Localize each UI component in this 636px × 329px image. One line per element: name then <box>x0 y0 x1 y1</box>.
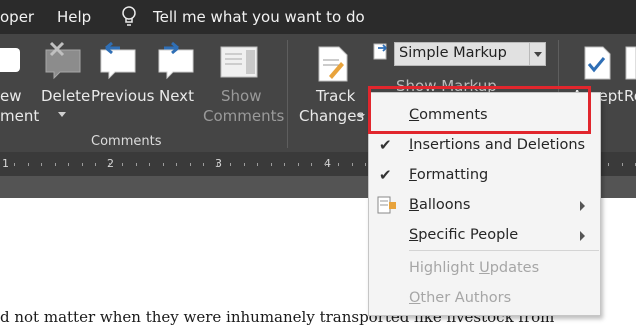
menu-item-other-authors[interactable]: Other Authors <box>369 284 600 314</box>
menu-item-label: Other Authors <box>409 290 512 306</box>
menu-item-label: Specific People <box>409 227 519 243</box>
submenu-arrow-icon <box>580 231 585 241</box>
chevron-down-icon <box>358 114 365 118</box>
balloons-icon <box>377 196 396 214</box>
access-key-underline: B <box>409 197 419 213</box>
access-key-underline: U <box>479 260 490 276</box>
new-comment-label-1: ew <box>0 87 22 105</box>
access-key-underline: S <box>409 227 419 243</box>
menu-item-label: Formatting <box>409 167 489 183</box>
menu-item-balloons[interactable]: Balloons <box>369 191 600 221</box>
ruler-tick <box>28 163 29 166</box>
highlight-annotation-box <box>368 86 591 134</box>
ruler-tick <box>622 163 623 166</box>
menu-bar: oper Help Tell me what you want to do <box>0 0 636 34</box>
combo-divider <box>529 43 530 65</box>
lightbulb-icon <box>122 6 136 26</box>
ruler-tick <box>203 163 204 166</box>
chevron-down-icon[interactable] <box>534 52 542 57</box>
ruler-tick <box>608 163 609 166</box>
show-comments-label-1[interactable]: Show <box>221 86 261 106</box>
reject-icon[interactable] <box>624 46 636 80</box>
access-key-underline: O <box>409 290 421 306</box>
ruler-tick <box>325 163 326 166</box>
ruler-tick <box>122 163 123 166</box>
new-comment-label-2: ment <box>0 107 40 125</box>
chevron-down-icon <box>58 112 66 117</box>
ruler-tick <box>109 163 110 166</box>
checkmark-icon: ✔ <box>379 136 392 154</box>
menu-item-insertions-deletions[interactable]: ✔ Insertions and Deletions <box>369 131 600 161</box>
ruler-tick <box>190 163 191 166</box>
ruler-tick <box>338 163 339 166</box>
menu-item-specific-people[interactable]: Specific People <box>369 221 600 251</box>
track-changes-label-1[interactable]: Track <box>316 86 355 106</box>
menu-item-label: Highlight Updates <box>409 260 540 276</box>
menu-separator <box>409 250 599 251</box>
next-comment-icon[interactable] <box>156 40 196 80</box>
accept-icon[interactable] <box>583 46 611 80</box>
ruler-tick <box>68 163 69 166</box>
menu-item-label: Balloons <box>409 197 471 213</box>
checkmark-icon: ✔ <box>379 166 392 184</box>
ruler-tick <box>82 163 83 166</box>
access-key-underline: F <box>409 167 417 183</box>
ruler-tick <box>244 163 245 166</box>
track-changes-label-2[interactable]: Changes <box>299 106 364 126</box>
reject-button[interactable]: Re <box>624 86 636 106</box>
ruler-tick <box>284 163 285 166</box>
tell-me-search[interactable]: Tell me what you want to do <box>153 8 365 26</box>
ruler-tick <box>257 163 258 166</box>
ruler-number: 1 <box>2 157 9 170</box>
menu-item-label: Insertions and Deletions <box>409 137 586 153</box>
show-comments-icon[interactable] <box>220 46 258 78</box>
previous-comment-icon[interactable] <box>98 40 138 80</box>
ruler-tick <box>217 163 218 166</box>
menu-item-formatting[interactable]: ✔ Formatting <box>369 161 600 191</box>
ruler-tick <box>176 163 177 166</box>
group-label-comments: Comments <box>91 134 162 149</box>
ruler-tick <box>149 163 150 166</box>
menu-item-highlight-updates[interactable]: Highlight Updates <box>369 254 600 284</box>
menu-help[interactable]: Help <box>57 8 91 26</box>
ruler-tick <box>163 163 164 166</box>
next-button[interactable]: Next <box>159 86 194 106</box>
previous-button[interactable]: Previous <box>91 86 154 106</box>
ruler-tick <box>271 163 272 166</box>
ruler-tick <box>352 163 353 166</box>
display-for-review-icon <box>373 43 387 60</box>
ruler-tick <box>230 163 231 166</box>
access-key-underline: I <box>409 137 414 153</box>
ruler-tick <box>365 163 366 166</box>
ruler-tick <box>95 163 96 166</box>
show-comments-label-2[interactable]: Comments <box>203 106 284 126</box>
submenu-arrow-icon <box>580 201 585 211</box>
track-changes-icon[interactable] <box>317 46 349 82</box>
menu-developer[interactable]: oper <box>0 8 34 26</box>
markup-mode-select[interactable]: Simple Markup <box>394 42 546 66</box>
new-comment-icon[interactable] <box>0 48 20 72</box>
ruler-tick <box>136 163 137 166</box>
ruler-tick <box>311 163 312 166</box>
markup-mode-value: Simple Markup <box>399 45 507 61</box>
ruler-tick <box>41 163 42 166</box>
ruler-tick <box>14 163 15 166</box>
ruler-tick <box>55 163 56 166</box>
delete-comment-icon[interactable] <box>43 40 83 80</box>
group-divider <box>287 40 288 148</box>
ruler-tick <box>298 163 299 166</box>
delete-button[interactable]: Delete <box>41 86 90 106</box>
